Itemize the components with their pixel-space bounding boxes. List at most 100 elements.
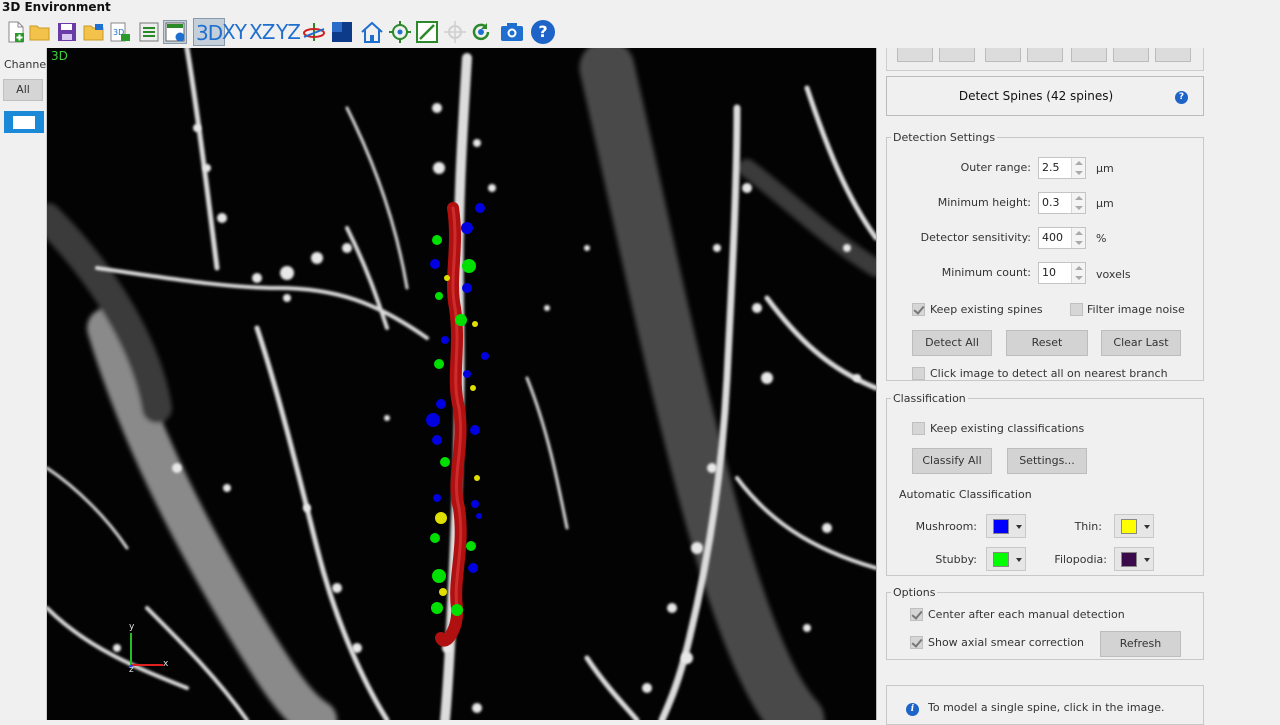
chevron-down-icon	[1144, 558, 1150, 562]
3d-viewport[interactable]: 3D y x z	[47, 48, 876, 720]
mushroom-label: Mushroom:	[915, 520, 977, 533]
thin-color-swatch	[1121, 519, 1137, 534]
detect-all-button[interactable]: Detect All	[912, 330, 992, 356]
thin-label: Thin:	[1074, 520, 1102, 533]
keep-classifications-label: Keep existing classifications	[930, 422, 1085, 435]
channels-panel: Channels All	[0, 48, 47, 720]
rotate-axis-icon[interactable]	[302, 20, 326, 44]
min-count-input[interactable]: 10	[1038, 262, 1086, 284]
open-folder-icon[interactable]	[28, 20, 52, 44]
filopodia-label: Filopodia:	[1054, 553, 1107, 566]
view-xz-button[interactable]: XZ	[249, 18, 275, 46]
channel-color-box	[13, 116, 35, 129]
min-height-input[interactable]: 0.3	[1038, 192, 1086, 214]
top-tool-button-3[interactable]	[985, 48, 1021, 62]
clear-last-button[interactable]: Clear Last	[1101, 330, 1181, 356]
options-group: Options Center after each manual detecti…	[886, 586, 1204, 660]
save-icon[interactable]	[55, 20, 79, 44]
keep-classifications-checkbox[interactable]	[912, 422, 925, 435]
classify-all-button[interactable]: Classify All	[912, 448, 992, 474]
center-after-checkbox[interactable]	[910, 608, 923, 621]
microscopy-image[interactable]	[47, 48, 876, 720]
help-glyph: ?	[531, 20, 555, 44]
settings-button[interactable]: Settings...	[1007, 448, 1087, 474]
mushroom-color-swatch	[993, 519, 1009, 534]
folder-export-icon[interactable]	[82, 20, 106, 44]
filopodia-color-swatch	[1121, 552, 1137, 567]
view-yz-button[interactable]: YZ	[276, 18, 301, 46]
refresh-icon[interactable]	[469, 20, 493, 44]
export-3d-icon[interactable]: 3D	[108, 20, 132, 44]
min-height-value: 0.3	[1042, 196, 1060, 209]
min-count-stepper[interactable]	[1071, 263, 1085, 283]
outer-range-stepper[interactable]	[1071, 158, 1085, 178]
info-hint-box: i To model a single spine, click in the …	[886, 685, 1204, 725]
chevron-down-icon	[1016, 558, 1022, 562]
window-titlebar: 3D Environment	[0, 0, 1280, 16]
axial-smear-label: Show axial smear correction	[928, 636, 1085, 649]
click-image-checkbox[interactable]	[912, 367, 925, 380]
classification-legend: Classification	[893, 392, 966, 405]
min-height-unit: µm	[1096, 197, 1114, 210]
settings-list-icon[interactable]	[137, 20, 161, 44]
filopodia-color-picker[interactable]	[1114, 547, 1154, 571]
view-3d-button[interactable]: 3D	[193, 18, 226, 46]
channel-1-swatch[interactable]	[4, 111, 44, 133]
outer-range-input[interactable]: 2.5	[1038, 157, 1086, 179]
stubby-color-picker[interactable]	[986, 547, 1026, 571]
spine-detection-panel: Detect Spines (42 spines) ? Detection Se…	[876, 48, 1280, 725]
info-text: To model a single spine, click in the im…	[928, 701, 1165, 714]
chevron-down-icon	[1016, 525, 1022, 529]
mushroom-color-picker[interactable]	[986, 514, 1026, 538]
axial-smear-checkbox[interactable]	[910, 636, 923, 649]
axis-z-label: z	[129, 665, 134, 675]
min-count-label: Minimum count:	[941, 266, 1031, 279]
filter-noise-label: Filter image noise	[1087, 303, 1185, 316]
outer-range-value: 2.5	[1042, 161, 1060, 174]
reset-button[interactable]: Reset	[1006, 330, 1088, 356]
sensitivity-value: 400	[1042, 231, 1063, 244]
stubby-label: Stubby:	[935, 553, 977, 566]
top-tool-button-5[interactable]	[1071, 48, 1107, 62]
view-mode-label: 3D	[51, 49, 68, 63]
thin-color-picker[interactable]	[1114, 514, 1154, 538]
classification-group: Classification Keep existing classificat…	[886, 392, 1204, 576]
sensitivity-input[interactable]: 400	[1038, 227, 1086, 249]
top-tool-button-4[interactable]	[1027, 48, 1063, 62]
home-icon[interactable]	[360, 20, 384, 44]
axis-y-label: y	[129, 622, 135, 632]
top-tool-button-7[interactable]	[1155, 48, 1191, 62]
detect-spines-title: Detect Spines (42 spines)	[958, 89, 1114, 103]
chevron-down-icon	[1144, 525, 1150, 529]
help-icon[interactable]: ?	[1175, 91, 1188, 104]
slice-view-icon[interactable]	[330, 20, 354, 44]
sensitivity-label: Detector sensitivity:	[920, 231, 1031, 244]
min-height-label: Minimum height:	[937, 196, 1031, 209]
sensitivity-stepper[interactable]	[1071, 228, 1085, 248]
outer-range-label: Outer range:	[960, 161, 1031, 174]
new-file-icon[interactable]	[4, 20, 28, 44]
top-tool-button-1[interactable]	[897, 48, 933, 62]
top-tool-button-6[interactable]	[1113, 48, 1149, 62]
min-height-stepper[interactable]	[1071, 193, 1085, 213]
panel-toggle-icon[interactable]	[163, 20, 187, 44]
stubby-color-swatch	[993, 552, 1009, 567]
window-title: 3D Environment	[2, 0, 111, 14]
axis-x-label: x	[163, 659, 169, 669]
keep-spines-checkbox[interactable]	[912, 303, 925, 316]
disabled-tool-icon	[443, 20, 467, 44]
refresh-button[interactable]: Refresh	[1100, 631, 1181, 657]
detection-settings-legend: Detection Settings	[893, 131, 996, 144]
camera-icon[interactable]	[500, 20, 524, 44]
filter-noise-checkbox[interactable]	[1070, 303, 1083, 316]
measure-line-icon[interactable]	[415, 20, 439, 44]
info-icon: i	[906, 703, 919, 716]
top-tool-button-2[interactable]	[939, 48, 975, 62]
click-image-label: Click image to detect all on nearest bra…	[930, 367, 1168, 380]
target-center-icon[interactable]	[388, 20, 412, 44]
help-icon[interactable]: ?	[531, 20, 555, 44]
center-after-label: Center after each manual detection	[928, 608, 1125, 621]
channels-label: Channels	[4, 58, 46, 71]
all-channels-button[interactable]: All	[3, 79, 43, 101]
view-xy-button[interactable]: XY	[222, 18, 247, 46]
